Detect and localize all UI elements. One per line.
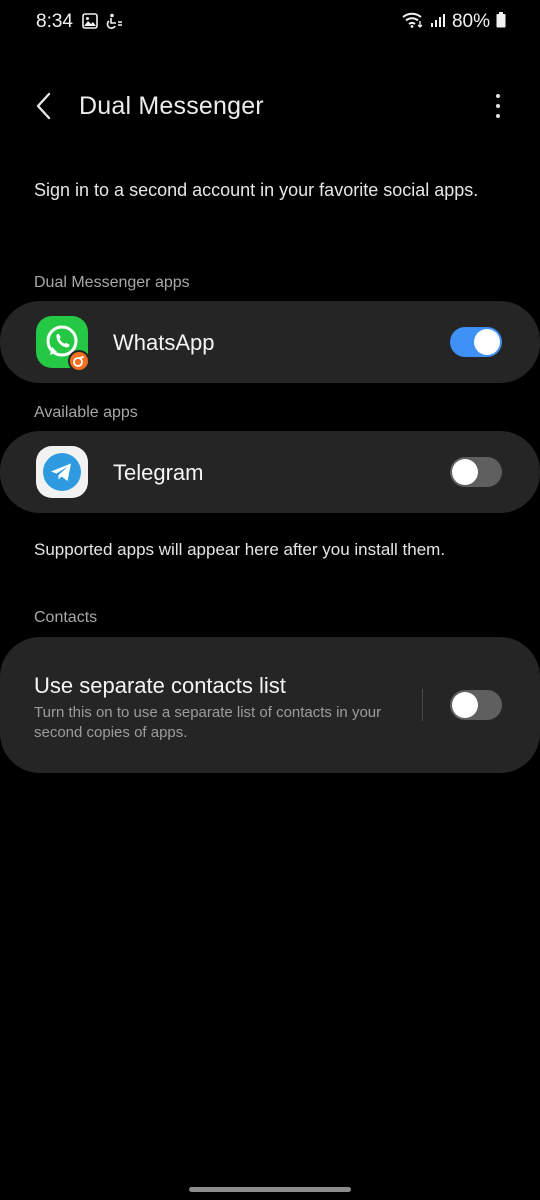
section-label-contacts: Contacts <box>34 609 98 626</box>
whatsapp-icon <box>36 316 90 372</box>
toggle-knob <box>474 329 500 355</box>
app-name: WhatsApp <box>113 330 215 355</box>
page-description: Sign in to a second account in your favo… <box>34 180 479 200</box>
section-label-available-apps: Available apps <box>34 404 138 421</box>
telegram-toggle[interactable] <box>450 457 502 487</box>
section-label-dual-apps: Dual Messenger apps <box>34 274 190 291</box>
supported-apps-info: Supported apps will appear here after yo… <box>34 540 446 559</box>
app-bar: Dual Messenger <box>0 76 540 136</box>
status-notification-icons <box>82 13 124 34</box>
battery-percentage: 80% <box>451 11 490 32</box>
status-system-icons: 80% <box>402 11 506 33</box>
battery-icon <box>496 11 506 33</box>
toggle-knob <box>452 692 478 718</box>
more-vert-icon <box>496 94 500 98</box>
gesture-nav-handle[interactable] <box>189 1187 351 1192</box>
status-time: 8:34 <box>36 11 73 32</box>
chevron-left-icon <box>36 92 51 120</box>
contacts-setting-subtitle: Turn this on to use a separate list of c… <box>34 704 382 741</box>
gallery-icon <box>82 13 98 34</box>
app-row-telegram[interactable]: Telegram <box>0 431 540 513</box>
more-options-button[interactable] <box>486 90 510 122</box>
contacts-setting-card[interactable]: Use separate contacts list Turn this on … <box>0 637 540 773</box>
divider <box>422 689 423 721</box>
whatsapp-toggle[interactable] <box>450 327 502 357</box>
app-name: Telegram <box>113 460 204 485</box>
separate-contacts-toggle[interactable] <box>450 690 502 720</box>
contacts-setting-title: Use separate contacts list <box>34 673 286 698</box>
accessibility-icon <box>106 13 124 34</box>
status-bar: 8:34 80% <box>0 0 540 46</box>
toggle-knob <box>452 459 478 485</box>
signal-icon <box>430 12 446 33</box>
app-row-whatsapp[interactable]: WhatsApp <box>0 301 540 383</box>
page-title: Dual Messenger <box>79 92 264 120</box>
screen: 8:34 80% Dual Messenger Sign in to a sec… <box>0 0 540 1200</box>
telegram-icon <box>36 446 88 498</box>
wifi-icon <box>402 12 424 33</box>
back-button[interactable] <box>26 88 62 124</box>
